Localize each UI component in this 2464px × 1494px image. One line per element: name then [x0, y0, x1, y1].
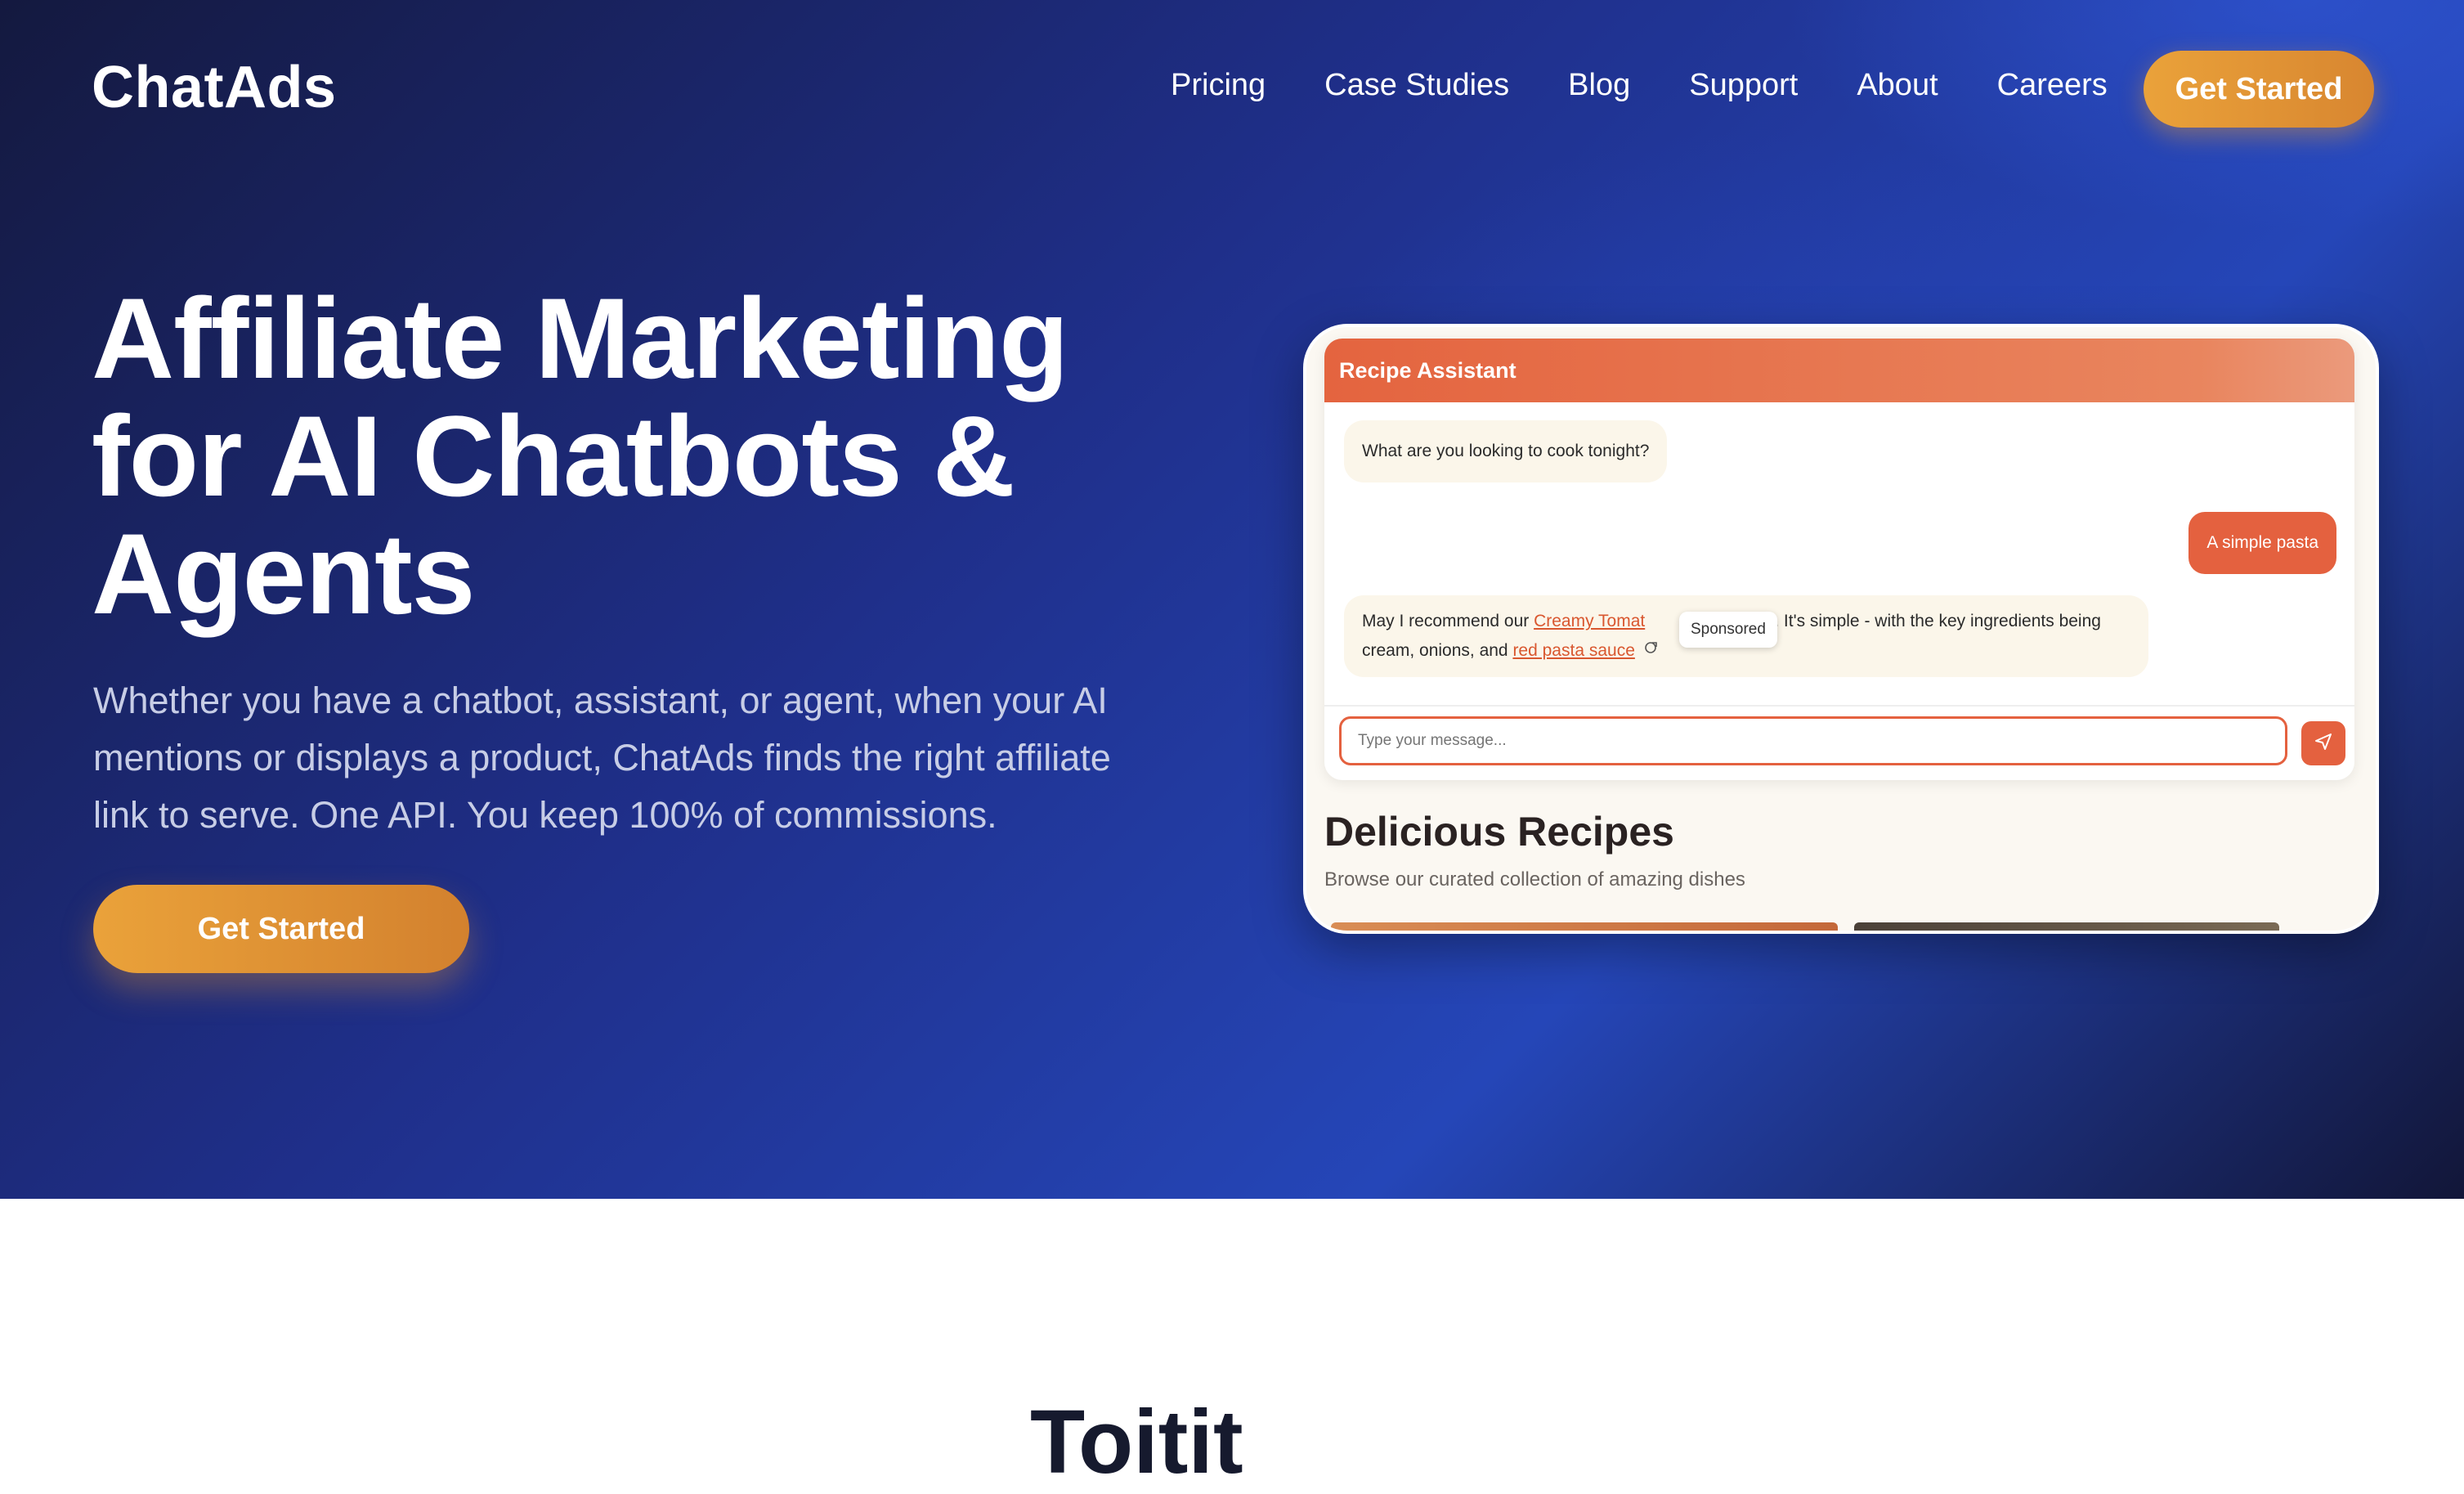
recipes-title: Delicious Recipes — [1324, 809, 1674, 855]
nav-item-pricing[interactable]: Pricing — [1171, 65, 1266, 105]
affiliate-link-sauce[interactable]: red pasta sauce — [1512, 641, 1634, 660]
features-section — [0, 1199, 2464, 1418]
hero-headline: Affiliate Marketing for AI Chatbots & Ag… — [92, 274, 1069, 638]
nav-item-case-studies[interactable]: Case Studies — [1324, 65, 1509, 105]
hero-section: ChatAds Pricing Case Studies Blog Suppor… — [0, 0, 2464, 1199]
bot-recommendation-message: May I recommend our Creamy Tomatsta. It'… — [1344, 595, 2148, 678]
bot-message: What are you looking to cook tonight? — [1344, 420, 1668, 482]
hero-subtext: Whether you have a chatbot, assistant, o… — [93, 680, 1111, 836]
chat-message-input[interactable] — [1339, 716, 2287, 765]
external-link-icon[interactable] — [1643, 636, 1660, 666]
sponsored-tooltip: Sponsored — [1679, 612, 1777, 648]
recipe-image[interactable] — [1854, 922, 2279, 931]
nav-item-careers[interactable]: Careers — [1997, 65, 2108, 105]
chat-widget: Recipe Assistant What are you looking to… — [1324, 339, 2354, 780]
recipe-image[interactable] — [1331, 922, 1838, 931]
section-heading-partial: Toitit — [1030, 1392, 1243, 1492]
nav-item-blog[interactable]: Blog — [1568, 65, 1630, 105]
chat-demo-mockup: Recipe Assistant What are you looking to… — [1303, 324, 2379, 934]
logo[interactable]: ChatAds — [92, 54, 337, 121]
top-nav: Pricing Case Studies Blog Support About … — [1171, 65, 2166, 105]
divider — [1324, 705, 2354, 707]
send-icon — [2314, 732, 2333, 756]
nav-item-about[interactable]: About — [1857, 65, 1938, 105]
nav-get-started-button[interactable]: Get Started — [2144, 51, 2374, 128]
nav-item-support[interactable]: Support — [1689, 65, 1798, 105]
message-text: May I recommend our — [1362, 612, 1534, 630]
hero-get-started-button[interactable]: Get Started — [93, 885, 469, 973]
user-message: A simple pasta — [2188, 512, 2336, 574]
send-button[interactable] — [2301, 721, 2345, 765]
recipes-subtitle: Browse our curated collection of amazing… — [1324, 868, 1745, 891]
chat-header: Recipe Assistant — [1324, 339, 2354, 402]
affiliate-link-pasta[interactable]: Creamy Tomat — [1534, 612, 1645, 630]
